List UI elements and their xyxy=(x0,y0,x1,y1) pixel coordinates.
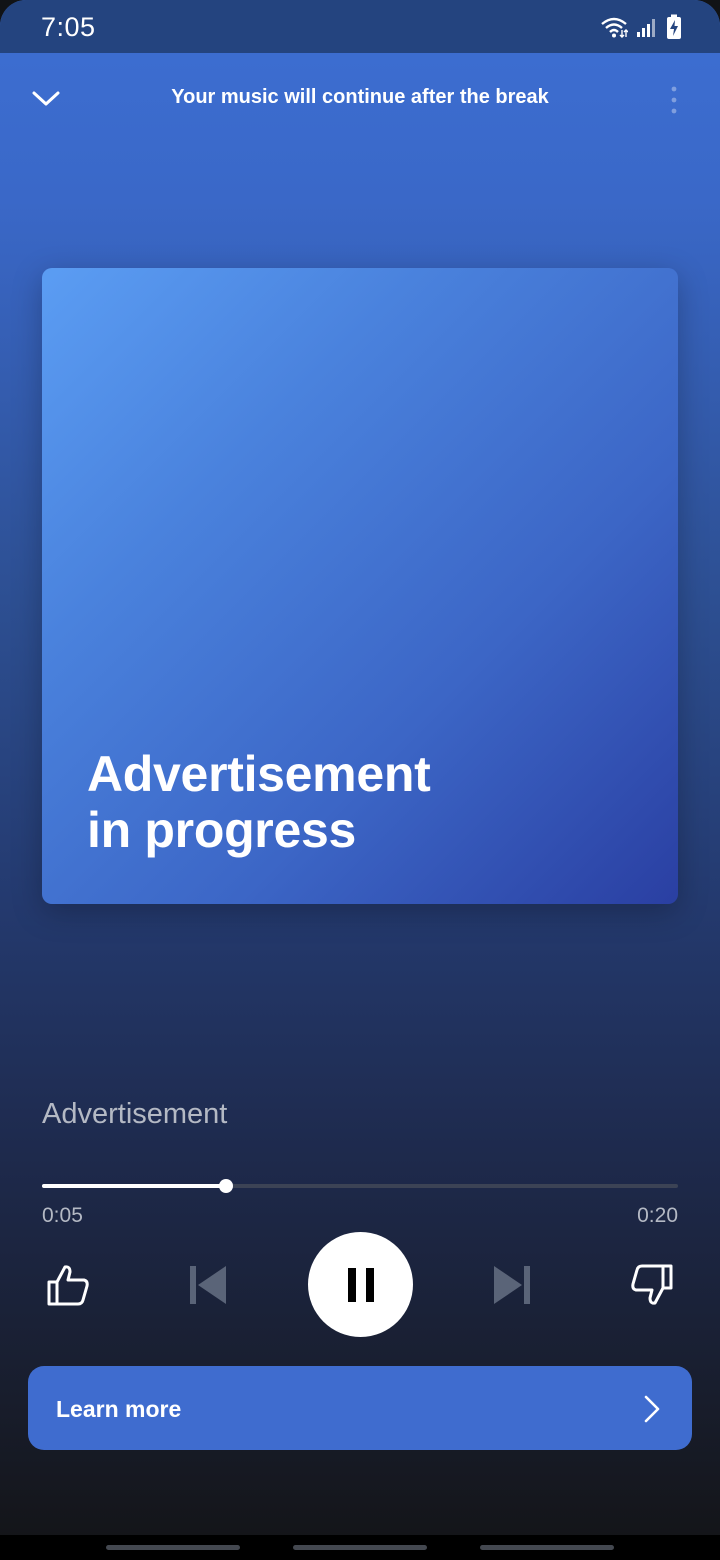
playback-controls xyxy=(0,1232,720,1338)
signal-icon xyxy=(636,16,658,43)
status-time: 7:05 xyxy=(41,12,96,42)
chevron-right-icon xyxy=(642,1394,662,1429)
wifi-icon xyxy=(600,15,629,44)
chevron-down-icon xyxy=(32,91,60,106)
artwork-line-2: in progress xyxy=(87,802,356,858)
thumbs-up-icon xyxy=(47,1265,89,1306)
pause-button[interactable] xyxy=(308,1232,413,1337)
collapse-button[interactable] xyxy=(26,79,66,119)
ad-artwork: Advertisement in progress xyxy=(42,268,678,904)
progress-handle[interactable] xyxy=(219,1179,234,1193)
player-screen: 7:05 Your music will continue after the … xyxy=(0,0,720,1560)
progress-fill xyxy=(42,1184,227,1188)
track-title: Advertisement xyxy=(42,1098,228,1130)
previous-button[interactable] xyxy=(182,1259,234,1311)
nav-recents-handle[interactable] xyxy=(106,1545,240,1550)
elapsed-time: 0:05 xyxy=(42,1204,83,1227)
skip-previous-icon xyxy=(190,1266,226,1304)
nav-home-handle[interactable] xyxy=(293,1545,427,1550)
nav-back-handle[interactable] xyxy=(480,1545,614,1550)
more-vertical-icon xyxy=(671,86,677,114)
total-duration: 0:20 xyxy=(637,1204,678,1227)
dislike-button[interactable] xyxy=(624,1259,680,1311)
header-title: Your music will continue after the break xyxy=(171,86,549,108)
status-icons xyxy=(600,14,682,45)
like-button[interactable] xyxy=(40,1259,96,1311)
progress-bar[interactable] xyxy=(42,1179,678,1193)
artwork-line-1: Advertisement xyxy=(87,746,431,802)
artwork-text: Advertisement in progress xyxy=(87,746,647,858)
pause-icon xyxy=(347,1267,374,1302)
thumbs-down-icon xyxy=(631,1264,673,1305)
skip-next-icon xyxy=(494,1266,530,1304)
more-options-button[interactable] xyxy=(666,85,682,115)
learn-more-button[interactable]: Learn more xyxy=(28,1366,692,1450)
status-bar: 7:05 xyxy=(0,0,720,53)
next-button[interactable] xyxy=(486,1259,538,1311)
system-nav-bar xyxy=(0,1535,720,1560)
battery-charging-icon xyxy=(666,14,682,45)
learn-more-label: Learn more xyxy=(56,1396,182,1422)
player-header: Your music will continue after the break xyxy=(0,53,720,145)
